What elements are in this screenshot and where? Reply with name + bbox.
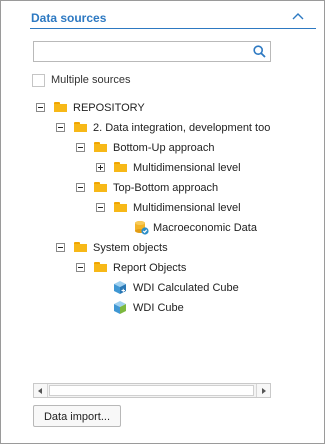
header-divider [30, 28, 316, 29]
collapse-toggle-icon[interactable] [76, 143, 85, 152]
panel-title: Data sources [31, 11, 107, 25]
folder-icon [94, 262, 107, 272]
collapse-toggle-icon[interactable] [56, 123, 65, 132]
folder-icon [114, 202, 127, 212]
expand-toggle-icon[interactable] [96, 163, 105, 172]
folder-icon [94, 182, 107, 192]
collapse-toggle-icon[interactable] [36, 103, 45, 112]
scroll-right-icon[interactable] [256, 384, 270, 397]
scrollbar-thumb[interactable] [49, 385, 254, 396]
search-icon[interactable] [253, 45, 266, 58]
folder-icon [54, 102, 67, 112]
tree-node-label: Bottom-Up approach [113, 142, 215, 154]
collapse-toggle-icon[interactable] [56, 243, 65, 252]
tree-node-label: Multidimensional level [133, 202, 241, 214]
search-field[interactable] [33, 41, 271, 62]
folder-icon [74, 242, 87, 252]
scroll-left-icon[interactable] [34, 384, 48, 397]
collapse-toggle-icon[interactable] [76, 183, 85, 192]
tree-node-label: WDI Calculated Cube [133, 282, 239, 294]
tree-node-label: Multidimensional level [133, 162, 241, 174]
database-icon [135, 221, 149, 235]
calculated-cube-icon [114, 281, 126, 294]
tree-node-label: Top-Bottom approach [113, 182, 219, 194]
tree-node-label: Macroeconomic Data [153, 222, 257, 234]
collapse-toggle-icon[interactable] [96, 203, 105, 212]
tree-node-label: Report Objects [113, 262, 187, 274]
tree-node-label: WDI Cube [133, 302, 184, 314]
multiple-sources-checkbox[interactable] [32, 74, 45, 87]
folder-icon [114, 162, 127, 172]
source-tree: REPOSITORY 2. Data integration, developm… [1, 97, 324, 377]
folder-icon [94, 142, 107, 152]
search-input[interactable] [37, 44, 249, 60]
folder-icon [74, 122, 87, 132]
tree-node-label: 2. Data integration, development too [93, 122, 271, 134]
data-sources-panel: Data sources Multiple sources REPOSITORY… [0, 0, 325, 444]
tree-node-label: System objects [93, 242, 168, 254]
multiple-sources-label: Multiple sources [51, 74, 131, 86]
tree-node-label: REPOSITORY [73, 102, 145, 114]
horizontal-scrollbar[interactable] [33, 383, 271, 398]
panel-header[interactable]: Data sources [1, 1, 324, 31]
chevron-up-icon[interactable] [292, 12, 304, 20]
cube-icon [114, 301, 126, 314]
collapse-toggle-icon[interactable] [76, 263, 85, 272]
data-import-button[interactable]: Data import... [33, 405, 121, 427]
